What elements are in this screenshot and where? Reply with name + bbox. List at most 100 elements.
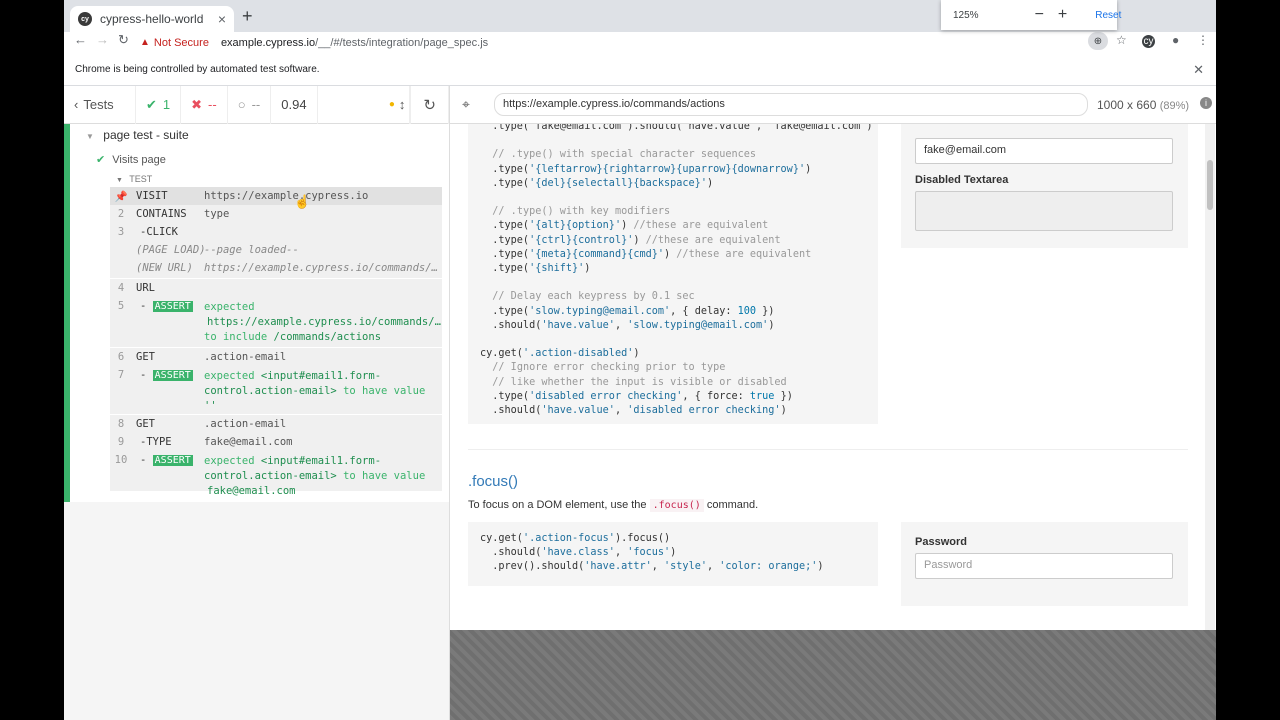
close-tab-icon[interactable]: ×	[218, 11, 226, 27]
command-row[interactable]: (PAGE LOAD) --page loaded--	[110, 241, 442, 259]
command-row[interactable]: 5 - ASSERT expected https://example.cypre…	[110, 297, 442, 343]
command-message: .action-email	[204, 418, 287, 430]
test-section-label: ▼ TEST	[116, 174, 152, 184]
bookmark-star-icon[interactable]: ☆	[1116, 33, 1127, 47]
command-row[interactable]: 7 - ASSERT expected <input#email1.form-c…	[110, 366, 442, 414]
command-row[interactable]: 4 URL	[110, 279, 442, 297]
command-message: expected <input#email1.form-control.acti…	[204, 369, 440, 414]
command-name: VISIT	[136, 190, 168, 202]
command-number: 2	[117, 208, 125, 220]
test-section-text: TEST	[129, 174, 153, 184]
cypress-favicon-icon: cy	[78, 12, 92, 26]
runnables: ▼ page test - suite ✔ Visits page ▼ TEST…	[64, 124, 449, 502]
zoom-in-button[interactable]: +	[1058, 6, 1067, 24]
command-number: 6	[117, 351, 125, 363]
assert-expected: expected	[204, 301, 255, 313]
zoom-magnifier-icon[interactable]: ⊕	[1088, 32, 1108, 50]
command-name: -TYPE	[140, 436, 172, 448]
infobar-text: Chrome is being controlled by automated …	[75, 64, 320, 75]
back-arrow-icon[interactable]: ←	[74, 32, 87, 47]
assert-value: fake@email.com	[207, 485, 296, 497]
cypress-reporter: ‹ Tests ✔ 1 ✖ -- ○ -- 0.94 ● ↕ ↻ ▼ page …	[64, 85, 450, 720]
browser-tab[interactable]: cy cypress-hello-world ×	[70, 6, 234, 32]
command-name: - ASSERT	[140, 300, 193, 312]
zoom-out-button[interactable]: −	[1035, 6, 1044, 24]
focus-heading[interactable]: .focus()	[468, 473, 518, 490]
warning-icon: ▲	[140, 37, 150, 48]
scrollbar-thumb[interactable]	[1207, 160, 1213, 210]
address-bar[interactable]: ▲ Not Secure example.cypress.io/__/#/tes…	[140, 34, 488, 51]
browser-window: cy cypress-hello-world × + 125% − + Rese…	[64, 0, 1216, 720]
focus-code: .focus()	[649, 499, 704, 512]
chevron-left-icon: ‹	[74, 97, 79, 112]
aut-iframe: .type('fake@email.com').should('have.val…	[450, 124, 1215, 630]
command-row[interactable]: 8 GET .action-email	[110, 415, 442, 433]
aut-url-bar[interactable]: https://example.cypress.io/commands/acti…	[494, 93, 1088, 116]
command-name: -CLICK	[140, 226, 178, 238]
command-number: 10	[114, 454, 128, 466]
assert-expected: expected	[204, 370, 255, 382]
password-input[interactable]: Password	[915, 553, 1173, 579]
assert-value: /commands/actions	[273, 331, 382, 343]
duration: 0.94	[271, 85, 318, 124]
assert-badge: ASSERT	[152, 370, 193, 381]
cypress-extension-icon[interactable]: cy	[1142, 35, 1155, 48]
zoom-level: 125%	[953, 9, 979, 21]
code-block: .type('fake@email.com').should('have.val…	[468, 124, 878, 424]
command-message: fake@email.com	[204, 436, 293, 448]
email-form-well: fake@email.com Disabled Textarea	[901, 124, 1188, 248]
command-row[interactable]: 2 CONTAINS type	[110, 205, 442, 223]
command-row[interactable]: 3 -CLICK	[110, 223, 442, 241]
focus-code-block: cy.get('.action-focus').focus() .should(…	[468, 522, 878, 586]
status-dot-icon: ●	[388, 99, 395, 110]
focus-text-end: command.	[706, 499, 759, 511]
password-label: Password	[915, 536, 967, 548]
viewport-size: 1000 x 660	[1097, 98, 1157, 112]
command-row[interactable]: 6 GET .action-email	[110, 348, 442, 366]
pending-count: ○ --	[228, 85, 272, 124]
reload-icon: ↻	[423, 96, 436, 114]
command-row[interactable]: 📌 VISIT https://example.cypress.io	[110, 187, 442, 205]
automation-infobar: Chrome is being controlled by automated …	[64, 52, 1216, 86]
command-message: .action-email	[204, 351, 287, 363]
tests-button[interactable]: ‹ Tests	[64, 85, 136, 124]
reload-icon[interactable]: ↻	[118, 32, 129, 48]
forward-arrow-icon[interactable]: →	[96, 32, 109, 47]
command-row[interactable]: 10 - ASSERT expected <input#email1.form-…	[110, 451, 442, 497]
disabled-textarea	[915, 191, 1173, 231]
circle-icon: ○	[237, 97, 246, 112]
mouse-cursor-icon: ☝	[294, 194, 311, 209]
info-icon[interactable]: i	[1200, 97, 1212, 109]
command-message: type	[204, 208, 230, 220]
test-title[interactable]: ✔ Visits page	[96, 153, 166, 166]
autoscroll-icon: ↕	[398, 97, 406, 112]
rerun-button[interactable]: ↻	[410, 85, 449, 124]
url-host: example.cypress.io	[220, 36, 316, 49]
command-row[interactable]: 9 -TYPE fake@email.com	[110, 433, 442, 451]
aut-header: ⌖ https://example.cypress.io/commands/ac…	[450, 86, 1216, 124]
command-number: 7	[117, 369, 125, 381]
check-icon: ✔	[146, 96, 157, 112]
reporter-header: ‹ Tests ✔ 1 ✖ -- ○ -- 0.94 ● ↕ ↻	[64, 85, 449, 124]
infobar-close-icon[interactable]: ✕	[1193, 62, 1204, 78]
command-number: 4	[117, 282, 125, 294]
pending-value: --	[251, 97, 261, 112]
assert-matcher: to include	[204, 331, 268, 343]
profile-avatar-icon[interactable]: ●	[1172, 33, 1179, 47]
command-name: (PAGE LOAD)	[136, 244, 206, 256]
command-message: --page loaded--	[204, 244, 299, 256]
zoom-reset-button[interactable]: Reset	[1095, 10, 1121, 21]
assert-matcher: to have value	[343, 385, 426, 397]
selector-playground-icon[interactable]: ⌖	[462, 96, 470, 113]
command-name: - ASSERT	[140, 369, 193, 381]
suite-title[interactable]: ▼ page test - suite	[86, 128, 189, 142]
aut-scrollbar[interactable]	[1205, 124, 1215, 630]
menu-kebab-icon[interactable]: ⋮	[1197, 33, 1209, 47]
new-tab-button[interactable]: +	[242, 6, 253, 27]
command-row[interactable]: (NEW URL) https://example.cypress.io/com…	[110, 259, 442, 278]
suite-label: page test - suite	[103, 128, 189, 142]
command-number: 8	[117, 418, 125, 430]
email-input[interactable]: fake@email.com	[915, 138, 1173, 164]
autoscroll-toggle[interactable]: ● ↕	[379, 85, 411, 124]
assert-expected: expected	[204, 455, 255, 467]
